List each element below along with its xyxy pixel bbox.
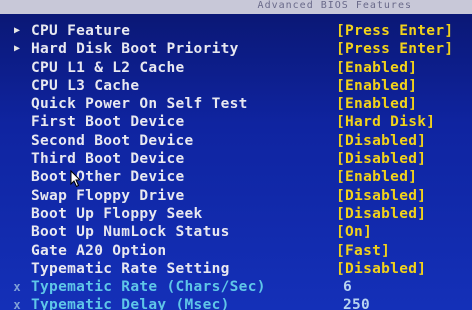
title-bar: Advanced BIOS Features: [0, 0, 472, 14]
setting-value[interactable]: [Press Enter]: [336, 40, 453, 58]
setting-first-boot-device[interactable]: First Boot Device [Hard Disk]: [0, 113, 472, 131]
setting-value[interactable]: [Press Enter]: [336, 22, 453, 40]
setting-label: Third Boot Device: [31, 151, 185, 168]
setting-label: Second Boot Device: [31, 132, 194, 149]
setting-label: Hard Disk Boot Priority: [31, 41, 239, 58]
setting-value[interactable]: [Fast]: [336, 242, 390, 260]
setting-second-boot-device[interactable]: Second Boot Device [Disabled]: [0, 132, 472, 150]
setting-value[interactable]: [Enabled]: [336, 168, 417, 186]
setting-value[interactable]: [Disabled]: [336, 205, 426, 223]
setting-label: Boot Up NumLock Status: [31, 224, 230, 241]
setting-label: CPU L3 Cache: [31, 77, 140, 94]
setting-typematic-rate-chars-sec: x Typematic Rate (Chars/Sec) 6: [0, 278, 472, 296]
setting-cpu-l1-l2-cache[interactable]: CPU L1 & L2 Cache [Enabled]: [0, 59, 472, 77]
setting-quick-power-on-self-test[interactable]: Quick Power On Self Test [Enabled]: [0, 95, 472, 113]
setting-value[interactable]: [Disabled]: [336, 150, 426, 168]
setting-cpu-l3-cache[interactable]: CPU L3 Cache [Enabled]: [0, 77, 472, 95]
setting-value[interactable]: [Disabled]: [336, 187, 426, 205]
setting-label: First Boot Device: [31, 114, 185, 131]
setting-value[interactable]: [Enabled]: [336, 77, 417, 95]
setting-label: Typematic Delay (Msec): [31, 297, 230, 310]
setting-third-boot-device[interactable]: Third Boot Device [Disabled]: [0, 150, 472, 168]
x-icon: x: [13, 280, 21, 295]
setting-gate-a20-option[interactable]: Gate A20 Option [Fast]: [0, 242, 472, 260]
setting-label: Boot Up Floppy Seek: [31, 205, 203, 222]
setting-hard-disk-boot-priority[interactable]: ▶ Hard Disk Boot Priority [Press Enter]: [0, 40, 472, 58]
setting-label: Typematic Rate (Chars/Sec): [31, 279, 266, 296]
setting-boot-up-numlock-status[interactable]: Boot Up NumLock Status [On]: [0, 223, 472, 241]
setting-value: 250: [343, 297, 371, 310]
setting-value: 6: [343, 279, 353, 296]
setting-value[interactable]: [Enabled]: [336, 95, 417, 113]
setting-value[interactable]: [On]: [336, 223, 372, 241]
setting-value[interactable]: [Enabled]: [336, 59, 417, 77]
setting-cpu-feature[interactable]: ▶ CPU Feature [Press Enter]: [0, 22, 472, 40]
setting-label: Boot Other Device: [31, 169, 185, 186]
setting-value[interactable]: [Disabled]: [336, 132, 426, 150]
setting-label: Quick Power On Self Test: [31, 96, 248, 113]
page-title: Advanced BIOS Features: [257, 0, 412, 11]
bios-screen: Advanced BIOS Features ▶ CPU Feature [Pr…: [0, 0, 472, 310]
setting-swap-floppy-drive[interactable]: Swap Floppy Drive [Disabled]: [0, 187, 472, 205]
settings-list: ▶ CPU Feature [Press Enter] ▶ Hard Disk …: [0, 22, 472, 310]
setting-label: Swap Floppy Drive: [31, 187, 185, 204]
setting-typematic-rate-setting[interactable]: Typematic Rate Setting [Disabled]: [0, 260, 472, 278]
setting-label: Gate A20 Option: [31, 242, 167, 259]
setting-typematic-delay-msec: x Typematic Delay (Msec) 250: [0, 296, 472, 310]
setting-label: CPU Feature: [31, 23, 131, 39]
submenu-arrow-icon: ▶: [13, 43, 21, 55]
setting-value[interactable]: [Disabled]: [336, 260, 426, 278]
setting-label: Typematic Rate Setting: [31, 260, 230, 277]
setting-label: CPU L1 & L2 Cache: [31, 59, 185, 76]
mouse-cursor-icon: [70, 170, 82, 188]
setting-value[interactable]: [Hard Disk]: [336, 113, 435, 131]
setting-boot-up-floppy-seek[interactable]: Boot Up Floppy Seek [Disabled]: [0, 205, 472, 223]
submenu-arrow-icon: ▶: [13, 25, 21, 36]
x-icon: x: [13, 298, 21, 310]
